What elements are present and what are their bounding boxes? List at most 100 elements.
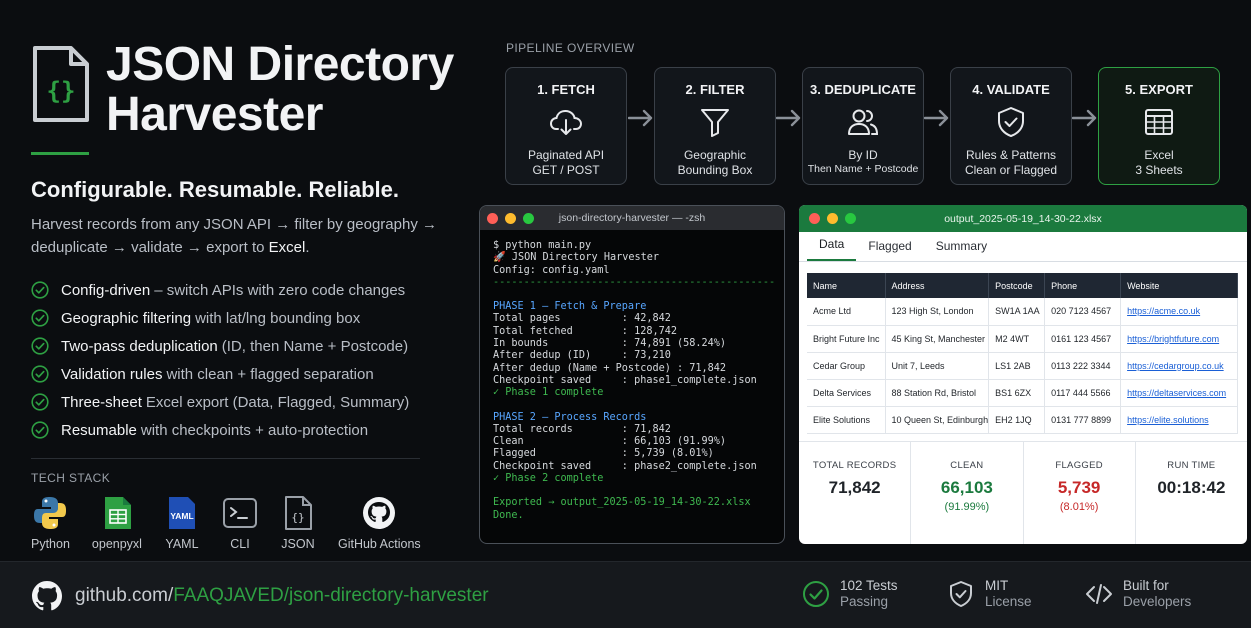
tech-github-actions: GitHub Actions: [338, 495, 421, 551]
terminal-line: Checkpoint saved : phase1_complete.json: [493, 374, 757, 386]
terminal-rule: ----------------------------------------…: [493, 276, 776, 288]
license-badge: MIT License: [947, 578, 1032, 610]
python-icon: [34, 497, 67, 529]
stat-value: 66,103: [940, 478, 993, 497]
stat-percent: (8.01%): [1059, 501, 1099, 513]
stage-fetch: 1. FETCH Paginated API GET / POST: [505, 67, 627, 185]
github-icon: [32, 581, 62, 611]
table-row[interactable]: Delta Services 88 Station Rd, Bristol BS1 …: [807, 379, 1238, 407]
terminal-titlebar[interactable]: json-directory-harvester — -zsh: [480, 206, 784, 230]
table-row[interactable]: Acme Ltd 123 High St, London SW1A 1AA 020 7…: [807, 298, 1238, 326]
terminal-exported: Exported → output_2025-05-19_14-30-22.xl…: [493, 497, 751, 509]
table-cell: Cedar Group: [807, 352, 886, 380]
github-link[interactable]: github.com/FAAQJAVED/json-directory-harv…: [31, 580, 489, 612]
table-cell: M2 4WT: [988, 325, 1046, 353]
json-document-icon: {}: [33, 46, 89, 122]
table-cell: 0117 444 5566: [1044, 379, 1122, 407]
feature-item: Two-pass deduplication (ID, then Name + P…: [31, 332, 461, 360]
stage-validate: 4. VALIDATE Rules & Patterns Clean or Fl…: [950, 67, 1072, 185]
svg-text:{}: {}: [291, 511, 304, 524]
table-row[interactable]: Cedar Group Unit 7, Leeds LS1 2AB 0113 222 …: [807, 352, 1238, 380]
shield-icon: [950, 581, 972, 607]
tab-flagged[interactable]: Flagged: [856, 239, 923, 261]
column-header[interactable]: Phone: [1044, 273, 1122, 298]
terminal-line: In bounds : 74,891 (58.24%): [493, 338, 727, 350]
stage-filter-title: 2. FILTER: [685, 82, 745, 97]
terminal-done: Done.: [493, 509, 524, 521]
stat-value: 00:18:42: [1157, 478, 1226, 497]
excel-titlebar[interactable]: output_2025-05-19_14-30-22.xlsx: [799, 205, 1247, 232]
tech-json: {} JSON: [280, 495, 316, 551]
arrow-right-icon: [776, 109, 801, 127]
tech-openpyxl-label: openpyxl: [91, 537, 142, 551]
stat-card: RUN TIME 00:18:42: [1136, 442, 1247, 544]
table-cell: SW1A 1AA: [988, 298, 1046, 326]
terminal-banner: 🚀 JSON Directory Harvester: [493, 252, 660, 264]
website-link[interactable]: https://deltaservices.com: [1120, 379, 1238, 407]
table-cell: 0161 123 4567: [1044, 325, 1122, 353]
description-line-2: deduplicate → validate → export to: [31, 239, 269, 256]
stat-percent: (91.99%): [944, 501, 990, 513]
tech-yaml-label: YAML: [165, 537, 199, 551]
table-cell: 0113 222 3344: [1044, 352, 1122, 380]
stat-value: 5,739: [1057, 478, 1101, 497]
excel-window[interactable]: output_2025-05-19_14-30-22.xlsx Data Fla…: [799, 205, 1247, 544]
column-header[interactable]: Name: [807, 273, 886, 298]
phase1-complete: ✓ Phase 1 complete: [493, 387, 604, 399]
column-header[interactable]: Website: [1120, 273, 1238, 298]
developers-badge-line1: Built for: [1123, 578, 1169, 593]
table-cell: 88 Station Rd, Bristol: [885, 379, 990, 407]
section-divider: [31, 458, 420, 459]
tech-openpyxl: openpyxl: [92, 495, 142, 551]
hero-section: {} JSON Directory Harvester Configurable…: [31, 40, 461, 551]
terminal-window[interactable]: json-directory-harvester — -zsh $ python…: [479, 205, 785, 544]
license-badge-line2: License: [985, 594, 1032, 609]
terminal-line: After dedup (Name + Postcode) : 71,842: [493, 362, 727, 374]
tech-cli-label: CLI: [230, 537, 250, 551]
terminal-line: After dedup (ID) : 73,210: [493, 350, 671, 362]
stage-export-line2: 3 Sheets: [1135, 163, 1183, 177]
column-header[interactable]: Address: [885, 273, 990, 298]
table-cell: LS1 2AB: [988, 352, 1046, 380]
tech-stack-label: TECH STACK: [31, 471, 111, 485]
repo-url-user: FAAQJAVED: [173, 585, 284, 606]
check-circle-icon: [31, 337, 49, 355]
accent-divider: [31, 152, 89, 155]
tech-json-label: JSON: [281, 537, 315, 551]
check-circle-icon: [31, 421, 49, 439]
feature-strong: Resumable: [61, 421, 137, 439]
stage-filter-line2: Bounding Box: [677, 163, 753, 177]
table-cell: 0131 777 8899: [1044, 406, 1122, 434]
table-icon: [1145, 109, 1173, 135]
repo-url-path: /json-directory-harvester: [283, 585, 489, 606]
feature-list: Config-driven – switch APIs with zero cod…: [31, 276, 461, 444]
tests-badge-line1: 102 Tests: [840, 578, 898, 593]
website-link[interactable]: https://elite.solutions: [1120, 406, 1238, 434]
check-circle-icon: [31, 365, 49, 383]
stage-fetch-line2: GET / POST: [532, 163, 600, 177]
stage-fetch-line1: Paginated API: [527, 148, 605, 162]
arrow-right-icon: [628, 109, 653, 127]
tab-summary[interactable]: Summary: [924, 239, 999, 261]
yaml-badge-text: YAML: [170, 511, 193, 521]
tab-data[interactable]: Data: [807, 237, 857, 261]
table-row[interactable]: Bright Future Inc 45 King St, Manchester M…: [807, 325, 1238, 353]
terminal-command: $ python main.py: [493, 240, 592, 251]
feature-item: Geographic filtering with lat/lng boundin…: [31, 304, 461, 332]
column-header[interactable]: Postcode: [988, 273, 1046, 298]
table-row[interactable]: Elite Solutions 10 Queen St, Edinburgh EH2…: [807, 406, 1238, 434]
code-icon: [1086, 584, 1112, 604]
website-link[interactable]: https://brightfuture.com: [1120, 325, 1238, 353]
description-line-1: Harvest records from any JSON API → filt…: [31, 216, 437, 233]
sheet-tabs: Data Flagged Summary: [799, 232, 1247, 262]
summary-stats: TOTAL RECORDS 71,842 CLEAN 66,103 (91.99%) FL…: [799, 441, 1247, 544]
stat-label: RUN TIME: [1167, 460, 1216, 471]
arrow-right-icon: [924, 109, 949, 127]
stage-export-line1: Excel: [1144, 148, 1174, 162]
cloud-download-icon: [549, 109, 583, 135]
stage-deduplicate-line1: By ID: [848, 148, 878, 162]
website-link[interactable]: https://acme.co.uk: [1120, 298, 1238, 326]
website-link[interactable]: https://cedargroup.co.uk: [1120, 352, 1238, 380]
repo-url[interactable]: github.com/FAAQJAVED/json-directory-harv…: [75, 585, 489, 607]
repo-url-host: github.com/: [75, 585, 174, 606]
